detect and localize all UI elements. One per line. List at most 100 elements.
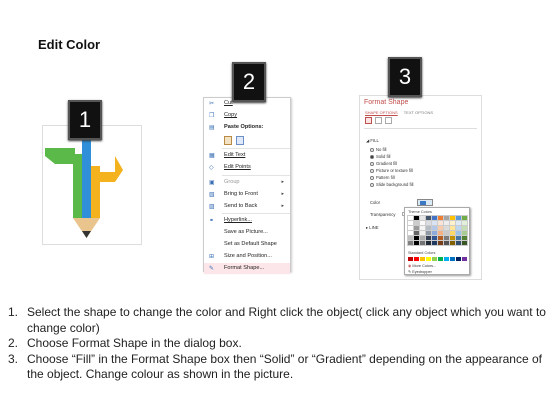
color-swatch[interactable]	[455, 220, 462, 226]
color-swatch[interactable]	[437, 220, 444, 226]
color-swatch[interactable]	[425, 220, 432, 226]
color-swatch[interactable]	[420, 257, 425, 261]
color-swatch[interactable]	[407, 235, 414, 241]
color-swatch[interactable]	[449, 240, 456, 246]
color-swatch[interactable]	[461, 220, 468, 226]
color-swatch[interactable]	[437, 225, 444, 231]
color-swatch[interactable]	[407, 225, 414, 231]
color-swatch[interactable]	[407, 230, 414, 236]
menu-item-bring-to-front[interactable]: ▧ Bring to Front ▸	[204, 189, 290, 201]
line-section-header[interactable]: ▸ LINE	[366, 225, 379, 230]
color-swatch[interactable]	[449, 225, 456, 231]
tab-shape-options[interactable]: SHAPE OPTIONS	[365, 110, 398, 115]
menu-item-edit-points[interactable]: ◇ Edit Points	[204, 162, 290, 174]
effects-icon[interactable]	[375, 117, 382, 124]
color-swatch[interactable]	[461, 225, 468, 231]
color-swatch[interactable]	[438, 257, 443, 261]
size-properties-icon[interactable]	[385, 117, 392, 124]
color-swatch[interactable]	[455, 230, 462, 236]
eyedropper-option[interactable]: ✎ Eyedropper	[408, 269, 432, 274]
fill-color-button[interactable]	[417, 199, 433, 206]
color-swatch[interactable]	[437, 235, 444, 241]
fill-option-gradient[interactable]: Gradient fill	[370, 161, 397, 166]
color-swatch[interactable]	[407, 215, 414, 221]
fill-option-slide-background[interactable]: Slide background fill	[370, 182, 413, 187]
color-swatch[interactable]	[449, 220, 456, 226]
menu-item-format-shape[interactable]: ✎ Format Shape...	[204, 262, 290, 275]
color-swatch[interactable]	[413, 235, 420, 241]
color-swatch[interactable]	[437, 215, 444, 221]
menu-item-save-as-picture[interactable]: Save as Picture...	[204, 227, 290, 239]
color-swatch[interactable]	[413, 215, 420, 221]
color-swatch[interactable]	[425, 215, 432, 221]
menu-item-size-position[interactable]: ⊞ Size and Position...	[204, 251, 290, 263]
color-swatch[interactable]	[419, 230, 426, 236]
fill-line-icon[interactable]	[365, 117, 372, 124]
color-swatch[interactable]	[431, 240, 438, 246]
color-swatch[interactable]	[413, 225, 420, 231]
color-swatch[interactable]	[437, 230, 444, 236]
color-swatch[interactable]	[443, 230, 450, 236]
color-swatch[interactable]	[419, 215, 426, 221]
color-swatch[interactable]	[419, 220, 426, 226]
menu-item-copy[interactable]: ❐ Copy	[204, 110, 290, 122]
color-swatch[interactable]	[455, 225, 462, 231]
color-swatch[interactable]	[449, 215, 456, 221]
fill-option-pattern[interactable]: Pattern fill	[370, 175, 395, 180]
color-swatch[interactable]	[461, 230, 468, 236]
color-swatch[interactable]	[419, 240, 426, 246]
color-swatch[interactable]	[455, 235, 462, 241]
menu-item-hyperlink[interactable]: ⚭ Hyperlink...	[204, 215, 290, 227]
color-swatch[interactable]	[425, 240, 432, 246]
color-swatch[interactable]	[426, 257, 431, 261]
color-swatch[interactable]	[461, 235, 468, 241]
color-swatch[interactable]	[461, 240, 468, 246]
color-swatch[interactable]	[413, 240, 420, 246]
color-swatch[interactable]	[425, 230, 432, 236]
color-swatch[interactable]	[450, 257, 455, 261]
color-swatch[interactable]	[443, 235, 450, 241]
color-swatch[interactable]	[449, 235, 456, 241]
color-swatch[interactable]	[431, 235, 438, 241]
color-swatch[interactable]	[437, 240, 444, 246]
fill-option-solid[interactable]: Solid fill	[370, 154, 390, 159]
color-swatch[interactable]	[431, 225, 438, 231]
color-swatch[interactable]	[432, 257, 437, 261]
color-swatch[interactable]	[455, 240, 462, 246]
menu-item-edit-text[interactable]: ▦ Edit Text	[204, 150, 290, 162]
tab-text-options[interactable]: TEXT OPTIONS	[404, 110, 433, 115]
color-swatch[interactable]	[462, 257, 467, 261]
fill-section-header[interactable]: ◢ FILL	[366, 138, 379, 143]
color-swatch[interactable]	[443, 220, 450, 226]
color-swatch[interactable]	[455, 215, 462, 221]
color-swatch[interactable]	[431, 220, 438, 226]
color-swatch[interactable]	[443, 215, 450, 221]
color-swatch[interactable]	[456, 257, 461, 261]
paste-picture-icon[interactable]	[236, 135, 244, 145]
fill-option-no-fill[interactable]: No fill	[370, 147, 386, 152]
color-swatch[interactable]	[431, 215, 438, 221]
menu-item-send-to-back[interactable]: ▨ Send to Back ▸	[204, 201, 290, 213]
color-swatch[interactable]	[443, 225, 450, 231]
color-swatch[interactable]	[444, 257, 449, 261]
color-swatch[interactable]	[425, 235, 432, 241]
color-swatch[interactable]	[419, 225, 426, 231]
color-swatch[interactable]	[407, 220, 414, 226]
color-swatch[interactable]	[413, 220, 420, 226]
color-swatch[interactable]	[414, 257, 419, 261]
fill-option-picture[interactable]: Picture or texture fill	[370, 168, 413, 173]
color-swatch[interactable]	[419, 235, 426, 241]
paste-keep-formatting-icon[interactable]	[224, 135, 232, 145]
color-swatch[interactable]	[449, 230, 456, 236]
color-swatch[interactable]	[413, 230, 420, 236]
more-colors-option[interactable]: ◉ More Colors...	[408, 263, 436, 268]
color-swatch[interactable]	[408, 257, 413, 261]
color-swatch[interactable]	[461, 215, 468, 221]
color-swatch[interactable]	[443, 240, 450, 246]
menu-item-group[interactable]: ▣ Group ▸	[204, 177, 290, 189]
menu-item-set-default-shape[interactable]: Set as Default Shape	[204, 239, 290, 251]
color-swatch[interactable]	[407, 240, 414, 246]
pencil-shape-graphic[interactable]	[43, 126, 143, 246]
color-swatch[interactable]	[431, 230, 438, 236]
color-swatch[interactable]	[425, 225, 432, 231]
